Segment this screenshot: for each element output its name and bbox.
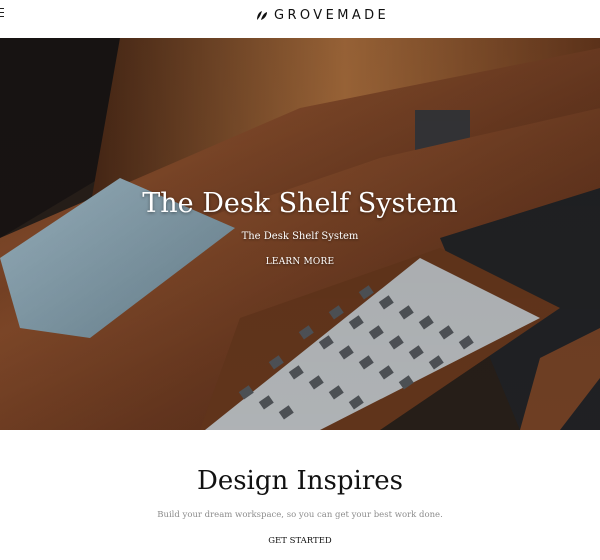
- get-started-button[interactable]: GET STARTED: [250, 534, 350, 548]
- hero-title: The Desk Shelf System: [142, 188, 458, 219]
- brand-logo-link[interactable]: GROVEMADE: [256, 6, 389, 24]
- learn-more-button[interactable]: LEARN MORE: [260, 254, 340, 270]
- hamburger-menu-icon[interactable]: [0, 8, 4, 20]
- hero-banner: The Desk Shelf System The Desk Shelf Sys…: [0, 38, 600, 430]
- brand-name: GROVEMADE: [274, 7, 390, 23]
- design-inspires-section: Design Inspires Build your dream workspa…: [0, 430, 600, 560]
- section-title: Design Inspires: [196, 466, 404, 496]
- hero-subtitle: The Desk Shelf System: [241, 231, 359, 242]
- leaf-logo-icon: [257, 11, 267, 20]
- top-navigation-bar: GROVEMADE: [0, 0, 600, 38]
- section-description: Build your dream workspace, so you can g…: [157, 510, 443, 520]
